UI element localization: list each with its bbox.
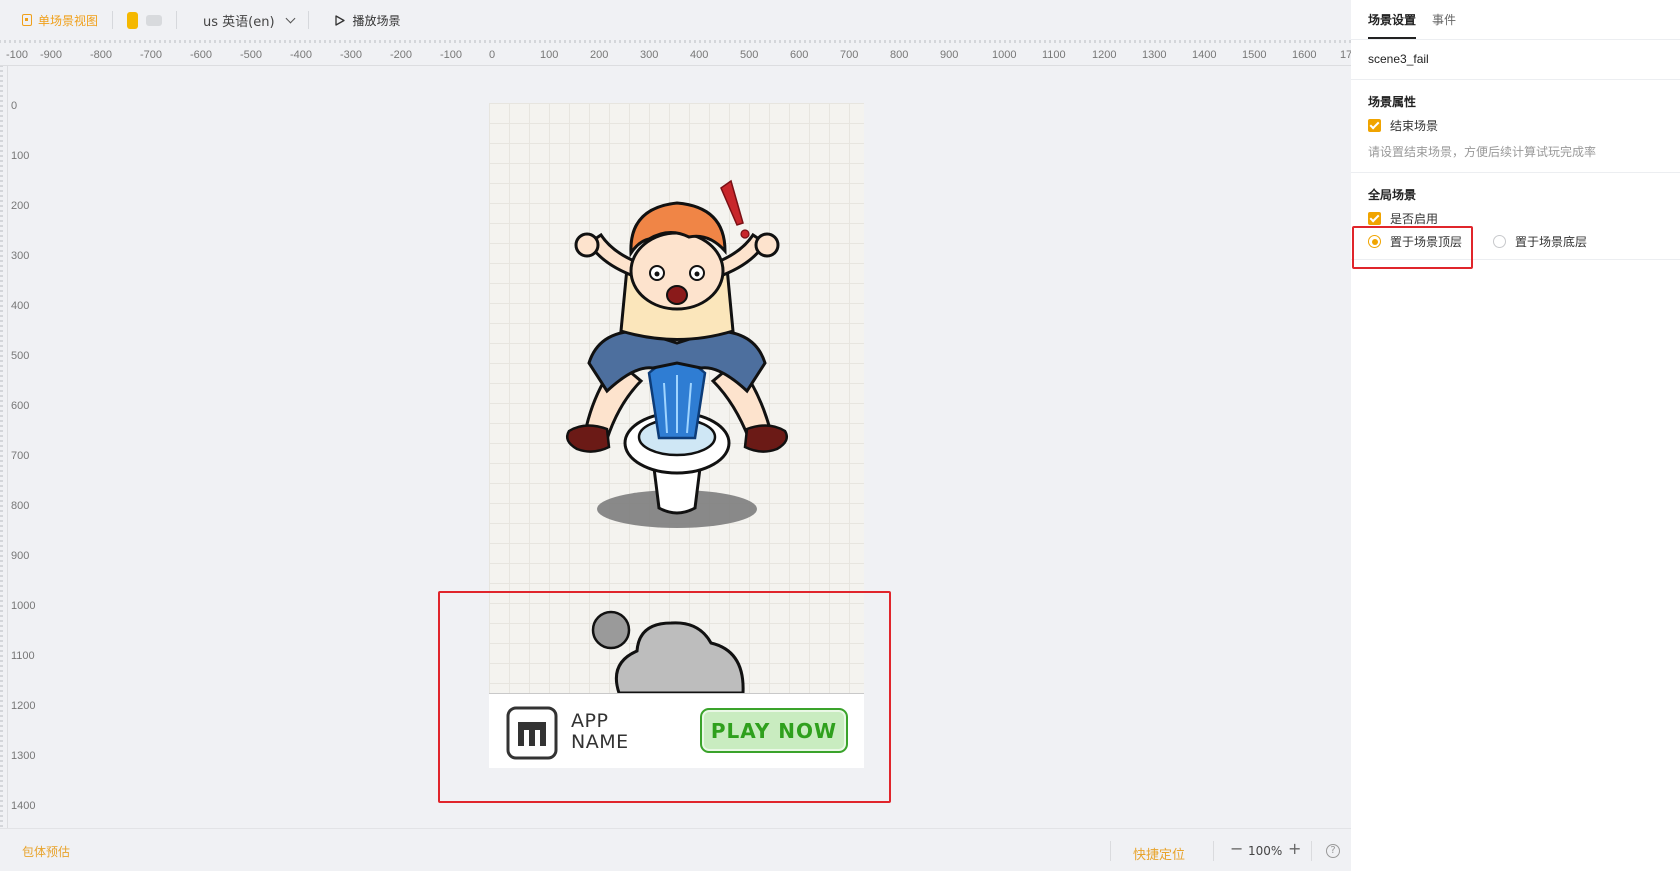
- ruler-label: -600: [190, 49, 213, 61]
- ruler-label: 500: [11, 350, 30, 362]
- ruler-label: 1400: [11, 800, 36, 812]
- horizontal-ruler: -100 -900 -800 -700 -600 -500 -400 -300 -200 -100…: [0, 40, 1352, 66]
- play-icon: [334, 14, 345, 26]
- ruler-label: 0: [11, 100, 18, 112]
- ruler-label: 900: [940, 49, 959, 61]
- ruler-label: 1400: [1192, 49, 1217, 61]
- help-icon[interactable]: ?: [1326, 844, 1340, 858]
- ruler-label: -800: [90, 49, 113, 61]
- ruler-label: 1100: [11, 650, 35, 662]
- highlight-box-banner: [438, 591, 891, 803]
- ruler-label: -700: [140, 49, 163, 61]
- zoom-out-button[interactable]: −: [1230, 839, 1243, 858]
- scene-view-icon: [22, 14, 32, 26]
- toolbar-divider: [307, 11, 309, 29]
- ruler-label: -300: [340, 49, 363, 61]
- ruler-label: 1500: [1242, 49, 1267, 61]
- ruler-label: 1100: [1042, 49, 1066, 61]
- highlight-box-radio: [1352, 226, 1473, 269]
- language-value: us 英语(en): [203, 14, 275, 30]
- ruler-label: 800: [11, 500, 30, 512]
- ruler-label: 600: [11, 400, 30, 412]
- end-scene-hint: 请设置结束场景，方便后续计算试玩完成率: [1368, 145, 1597, 159]
- status-divider: [1213, 841, 1214, 861]
- section-title: 全局场景: [1368, 188, 1417, 202]
- single-scene-view-button[interactable]: 单场景视图: [22, 0, 98, 40]
- status-divider: [1110, 841, 1111, 861]
- ruler-label: -400: [290, 49, 313, 61]
- ruler-label: 1200: [1092, 49, 1117, 61]
- single-scene-view-label: 单场景视图: [38, 13, 99, 28]
- language-select[interactable]: us 英语(en): [203, 0, 295, 40]
- scene-name: scene3_fail: [1351, 40, 1680, 80]
- checkbox-checked-icon: [1368, 212, 1381, 225]
- end-scene-checkbox[interactable]: 结束场景: [1368, 117, 1438, 134]
- tab-scene-settings[interactable]: 场景设置: [1368, 11, 1417, 39]
- end-scene-label: 结束场景: [1390, 119, 1439, 133]
- toolbar-divider: [176, 11, 178, 29]
- status-divider: [1311, 841, 1312, 861]
- ruler-label: 1600: [1292, 49, 1317, 61]
- ruler-label: 1000: [11, 600, 36, 612]
- toolbar: 单场景视图 us 英语(en) 播放场景: [0, 0, 1351, 40]
- play-scene-label: 播放场景: [352, 13, 401, 28]
- quick-locate-button[interactable]: 快捷定位: [1133, 844, 1185, 863]
- properties-panel: 场景设置 事件 scene3_fail 场景属性 结束场景 请设置结束场景，方便…: [1351, 0, 1680, 871]
- package-size-estimate-link[interactable]: 包体预估: [22, 843, 70, 860]
- landscape-orientation-toggle[interactable]: [146, 14, 163, 26]
- ruler-label: -500: [240, 49, 263, 61]
- ruler-label: 900: [11, 550, 30, 562]
- ruler-label: 1000: [992, 49, 1017, 61]
- play-scene-button[interactable]: 播放场景: [334, 0, 401, 40]
- scene-properties-section: 场景属性 结束场景 请设置结束场景，方便后续计算试玩完成率: [1351, 80, 1680, 173]
- radio-place-bottom-label: 置于场景底层: [1515, 235, 1588, 249]
- ruler-label: 1200: [11, 700, 36, 712]
- ruler-label: 600: [790, 49, 809, 61]
- vertical-ruler: [0, 66, 8, 828]
- tab-events[interactable]: 事件: [1432, 11, 1456, 28]
- ruler-label: 700: [11, 450, 30, 462]
- toolbar-divider: [112, 11, 114, 29]
- enable-global-checkbox[interactable]: 是否启用: [1368, 210, 1438, 227]
- ruler-label: 200: [11, 200, 30, 212]
- panel-tabs: 场景设置 事件: [1351, 0, 1680, 40]
- ruler-label: 400: [11, 300, 30, 312]
- ruler-label: 500: [740, 49, 759, 61]
- section-title: 场景属性: [1368, 95, 1417, 109]
- ruler-label: 100: [11, 150, 30, 162]
- ruler-label: 200: [590, 49, 609, 61]
- chevron-down-icon: [285, 13, 295, 23]
- ruler-label: 400: [690, 49, 709, 61]
- radio-unselected-icon: [1493, 235, 1506, 248]
- status-bar: 包体预估 快捷定位 − 100% + ?: [0, 828, 1351, 871]
- ruler-label: 0: [489, 49, 496, 61]
- ruler-label: -200: [390, 49, 413, 61]
- ruler-label: -100: [6, 49, 29, 61]
- zoom-in-button[interactable]: +: [1288, 839, 1301, 858]
- ruler-label: -900: [40, 49, 63, 61]
- ruler-ticks: [0, 66, 3, 827]
- ruler-label: 100: [540, 49, 559, 61]
- zoom-level: 100%: [1248, 844, 1283, 858]
- ruler-label: 1300: [1142, 49, 1167, 61]
- ruler-label: 800: [890, 49, 909, 61]
- ruler-label: 700: [840, 49, 859, 61]
- ruler-label: 300: [11, 250, 30, 262]
- ruler-label: 1300: [11, 750, 36, 762]
- portrait-orientation-toggle[interactable]: [127, 11, 139, 29]
- ruler-label: -100: [440, 49, 463, 61]
- ruler-label: 300: [640, 49, 659, 61]
- enable-global-label: 是否启用: [1390, 212, 1439, 226]
- radio-place-bottom[interactable]: 置于场景底层: [1493, 233, 1587, 250]
- checkbox-checked-icon: [1368, 119, 1381, 132]
